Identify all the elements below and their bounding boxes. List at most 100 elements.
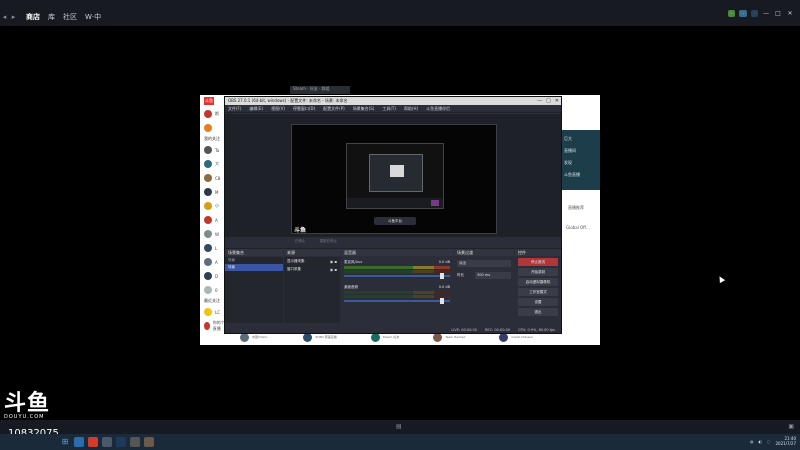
forward-arrow-icon[interactable]: ▸: [9, 13, 18, 21]
transition-select[interactable]: 淡出: [457, 260, 511, 267]
cpu-fps: CPU: 0.9%, 60.00 fps: [518, 327, 555, 332]
canvas-tooltip: 斗鱼平台: [374, 217, 416, 225]
duration-input[interactable]: 300 ms: [475, 272, 511, 279]
scenes-header: 场景集合: [225, 249, 283, 256]
friends-chat-icon[interactable]: ▣: [788, 423, 794, 430]
menu-tools[interactable]: 工具(T): [382, 106, 396, 112]
slider-handle[interactable]: [440, 298, 444, 304]
start-recording-button[interactable]: 开始录制: [518, 268, 558, 276]
controls-dock: 控件 停止推流 开始录制 启动虚拟摄像机 工作室模式 设置 退出: [515, 248, 561, 333]
search-icon[interactable]: [74, 437, 84, 447]
avatar: [204, 244, 212, 252]
tab-store[interactable]: 商店: [26, 12, 40, 22]
avatar: [204, 124, 212, 132]
windows-start-icon[interactable]: ⊞: [60, 437, 70, 447]
obs-menubar: 文件(F) 编辑(E) 视图(V) 停靠窗口(D) 配置文件(P) 场景集合(S…: [225, 105, 561, 113]
close-icon[interactable]: ✕: [555, 97, 559, 105]
obs-preview-area: 斗鱼平台 斗鱼: [225, 114, 561, 237]
nested-core: [390, 165, 404, 177]
promo-card[interactable]: 巨大 直播间 发现 斗鱼直播: [560, 130, 600, 190]
volume-icon[interactable]: ◐: [758, 439, 762, 444]
nested-inner-window: [369, 154, 423, 192]
stop-streaming-button[interactable]: 停止推流: [518, 258, 558, 266]
recommend-label[interactable]: 直播推荐: [568, 205, 584, 211]
menu-help[interactable]: 帮助(H): [404, 106, 418, 112]
studio-mode-button[interactable]: 工作室模式: [518, 288, 558, 296]
virtual-camera-button[interactable]: 启动虚拟摄像机: [518, 278, 558, 286]
volume-meter: [344, 270, 450, 273]
tab-community[interactable]: 社区: [63, 12, 77, 22]
maximize-icon[interactable]: □: [774, 10, 782, 17]
network-icon[interactable]: ◌: [767, 439, 771, 444]
douyu-app-icon[interactable]: [88, 437, 98, 447]
steam-menubar: Steam View Friends Games Help: [0, 0, 800, 16]
scenes-title: 场景: [228, 258, 235, 262]
desktop: Steam View Friends Games Help ◂ ▸ 商店 库 社…: [0, 0, 800, 450]
scenes-list: 场景 场景: [225, 257, 283, 323]
clock[interactable]: 21:40 2021/7/27: [775, 436, 796, 446]
menu-edit[interactable]: 编辑(E): [249, 106, 263, 112]
sources-dock: 来源 显示器采集◉▪ 窗口采集◉▪ + − ⚙ ⌃ ⌄: [284, 248, 340, 333]
stream-state: 已停止: [295, 239, 306, 243]
volume-slider[interactable]: [344, 298, 450, 304]
global-label[interactable]: Global Off...: [566, 225, 590, 230]
tab-library[interactable]: 库: [48, 12, 55, 22]
account-pill[interactable]: ·: [739, 10, 747, 17]
avatar: [204, 258, 212, 266]
exit-button[interactable]: 退出: [518, 308, 558, 316]
explorer-icon[interactable]: [102, 437, 112, 447]
sources-header: 来源: [284, 249, 340, 256]
source-item[interactable]: 显示器采集 ◉▪: [284, 257, 340, 265]
steam-bottom-bar: ▤ ▣: [0, 420, 800, 434]
avatar: [204, 286, 212, 294]
minimize-icon[interactable]: —: [537, 97, 542, 105]
menu-view[interactable]: 视图(V): [271, 106, 285, 112]
close-icon[interactable]: ✕: [786, 10, 794, 17]
duration-label: 时长: [457, 273, 464, 277]
transition-select-row: 淡出: [454, 259, 514, 268]
mouse-cursor-icon: [716, 274, 726, 284]
obs-window: OBS 27.0.1 (64-bit, windows) - 配置文件: 未命名…: [224, 96, 562, 334]
scene-item[interactable]: 场景: [225, 264, 283, 271]
obs-preview-subbar: 已停止 录制已停止: [225, 237, 561, 246]
tab-profile[interactable]: W·中: [85, 12, 101, 22]
eye-lock-icon[interactable]: ◉▪: [330, 259, 338, 264]
avatar: [204, 174, 212, 182]
track-db: 0.0 dB: [438, 285, 450, 289]
settings-button[interactable]: 设置: [518, 298, 558, 306]
avatar: [204, 146, 212, 154]
volume-meter: [344, 266, 450, 269]
volume-slider[interactable]: [344, 273, 450, 279]
mixer-track-desktop: 麦克风/Aux 0.0 dB: [344, 260, 450, 279]
steam-taskbar-icon[interactable]: [116, 437, 126, 447]
eye-lock-icon[interactable]: ◉▪: [330, 267, 338, 272]
avatar: [204, 272, 212, 280]
track-name: 麦克风/Aux: [344, 260, 363, 264]
menu-docks[interactable]: 停靠窗口(D): [293, 106, 315, 112]
app-taskbar-icon[interactable]: [144, 437, 154, 447]
system-tray: ◍ ◐ ◌ 21:40 2021/7/27: [750, 436, 796, 446]
slider-handle[interactable]: [440, 273, 444, 279]
maximize-icon[interactable]: □: [546, 97, 551, 105]
avatar: [204, 160, 212, 168]
obs-titlebar[interactable]: OBS 27.0.1 (64-bit, windows) - 配置文件: 未命名…: [225, 97, 561, 105]
menu-profile[interactable]: 配置文件(P): [323, 106, 345, 112]
tray-icon[interactable]: ◍: [750, 439, 754, 444]
watermark-sub: DOUYU.COM: [4, 414, 45, 420]
menu-file[interactable]: 文件(F): [228, 106, 241, 112]
source-item[interactable]: 窗口采集 ◉▪: [284, 265, 340, 273]
back-arrow-icon[interactable]: ◂: [0, 13, 9, 21]
notification-pill[interactable]: ·: [728, 10, 736, 17]
obs-taskbar-icon[interactable]: [130, 437, 140, 447]
user-pill[interactable]: ·: [750, 10, 758, 17]
menu-douyu[interactable]: 斗鱼直播伴侣: [426, 106, 450, 112]
minimize-icon[interactable]: —: [762, 10, 770, 17]
menu-scene-collection[interactable]: 场景集合(S): [353, 106, 375, 112]
obs-statusbar: LIVE: 00:00:00 REC: 00:00:00 CPU: 0.9%, …: [225, 326, 561, 333]
preview-canvas[interactable]: 斗鱼平台 斗鱼: [291, 124, 497, 234]
downloads-icon[interactable]: ▤: [396, 423, 402, 430]
douyu-watermark: 斗鱼 DOUYU.COM: [4, 393, 50, 421]
avatar: [204, 110, 212, 118]
windows-taskbar: ⊞ ◍ ◐ ◌ 21:40 2021/7/27: [0, 434, 800, 450]
sources-list: 显示器采集 ◉▪ 窗口采集 ◉▪: [284, 257, 340, 323]
